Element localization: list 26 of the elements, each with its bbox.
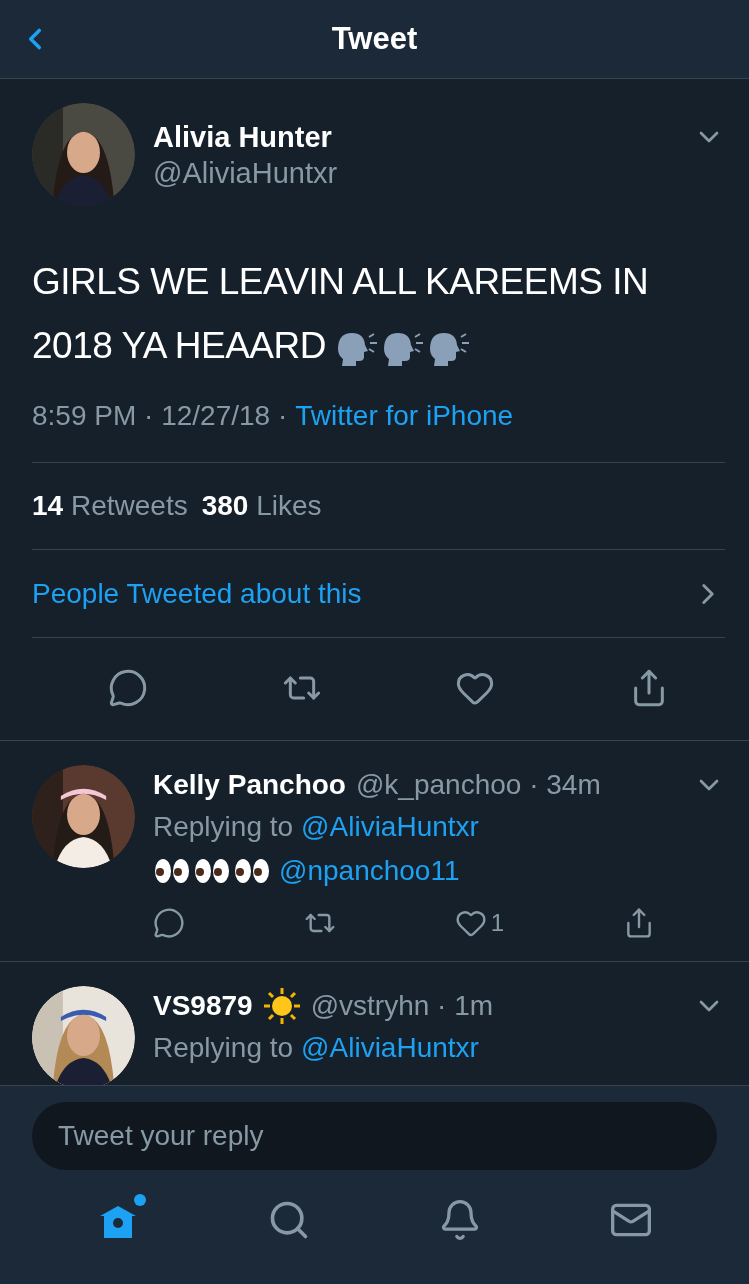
eyes-icon	[233, 857, 271, 885]
reply-field[interactable]: Tweet your reply	[32, 1102, 717, 1170]
eyes-icon	[153, 857, 191, 885]
page-title: Tweet	[330, 21, 419, 57]
replying-label: Replying to	[153, 810, 294, 844]
eyes-icon	[193, 857, 231, 885]
likes-count[interactable]: 380 Likes	[201, 490, 322, 522]
like-button[interactable]: 1	[454, 907, 505, 939]
reply-meta: @k_panchoo · 34m	[355, 768, 601, 802]
replying-label: Replying to	[153, 1031, 294, 1065]
reply-meta: @vstryhn · 1m	[310, 989, 494, 1023]
reply-button[interactable]	[153, 907, 185, 939]
people-tweeted-link[interactable]: People Tweeted about this	[32, 550, 725, 638]
reply-author-name: VS9879	[153, 989, 253, 1023]
mention-link[interactable]: @AliviaHuntxr	[301, 1026, 479, 1070]
sun-icon	[262, 987, 301, 1025]
mention-link[interactable]: @npanchoo11	[279, 849, 460, 893]
tweet-text: GIRLS WE LEAVIN ALL KAREEMS IN 2018 YA HEAARD	[32, 260, 650, 370]
reply-author-name: Kelly Panchoo	[153, 768, 346, 802]
retweets-count[interactable]: 14 Retweets	[32, 490, 188, 522]
author-name: Alivia Hunter	[153, 120, 333, 155]
author-handle: @AliviaHuntxr	[153, 156, 339, 191]
reply-button[interactable]	[108, 668, 148, 708]
source-link[interactable]: Twitter for iPhone	[295, 400, 514, 432]
mention-link[interactable]: @AliviaHuntxr	[301, 805, 479, 849]
timestamp: 8:59 PM · 12/27/18 ·	[32, 400, 288, 432]
